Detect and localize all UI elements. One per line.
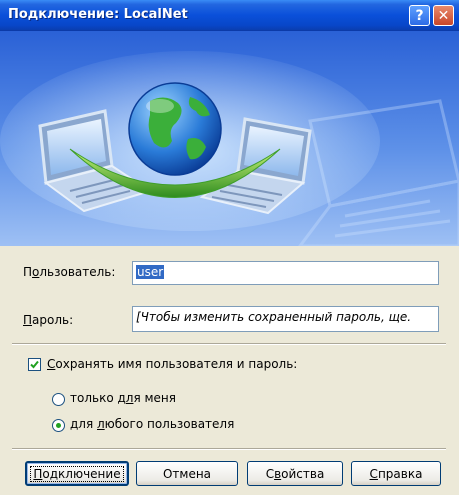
help-text-button[interactable]: Справка xyxy=(351,461,441,486)
close-icon: ✕ xyxy=(437,7,450,24)
radio-any-user[interactable] xyxy=(52,419,65,432)
network-banner-image xyxy=(0,31,459,246)
properties-button[interactable]: Св ойства xyxy=(247,461,343,486)
connect-dialog: Подключение: LocalNet ? ✕ Пользователь: … xyxy=(0,0,459,495)
connect-button[interactable]: Подключение xyxy=(25,461,129,486)
save-credentials-label[interactable]: Сохранять имя пользователя и пароль: xyxy=(47,357,297,371)
password-field[interactable]: [Чтобы изменить сохраненный пароль, ще. xyxy=(132,306,439,332)
close-button[interactable]: ✕ xyxy=(433,5,454,26)
separator xyxy=(12,448,446,450)
radio-any-user-label[interactable]: для любого пользователя xyxy=(70,417,234,431)
network-connection-icon xyxy=(0,51,459,246)
cancel-button[interactable]: Отмена xyxy=(136,461,238,486)
separator xyxy=(12,343,446,345)
radio-only-me[interactable] xyxy=(52,393,65,406)
password-label: Пароль: xyxy=(23,313,74,327)
title-bar[interactable]: Подключение: LocalNet ? ✕ xyxy=(0,0,459,31)
username-value: user xyxy=(136,265,165,279)
save-credentials-checkbox[interactable] xyxy=(28,358,41,371)
question-icon: ? xyxy=(415,7,424,24)
username-label: Пользователь: xyxy=(23,265,116,279)
username-field[interactable]: user xyxy=(132,261,439,285)
help-button[interactable]: ? xyxy=(409,5,430,26)
radio-only-me-label[interactable]: только для меня xyxy=(70,391,176,405)
checkmark-icon xyxy=(30,360,39,369)
window-title: Подключение: LocalNet xyxy=(8,7,188,22)
password-value: [Чтобы изменить сохраненный пароль, ще. xyxy=(136,310,412,324)
radio-selected-dot xyxy=(56,423,61,428)
